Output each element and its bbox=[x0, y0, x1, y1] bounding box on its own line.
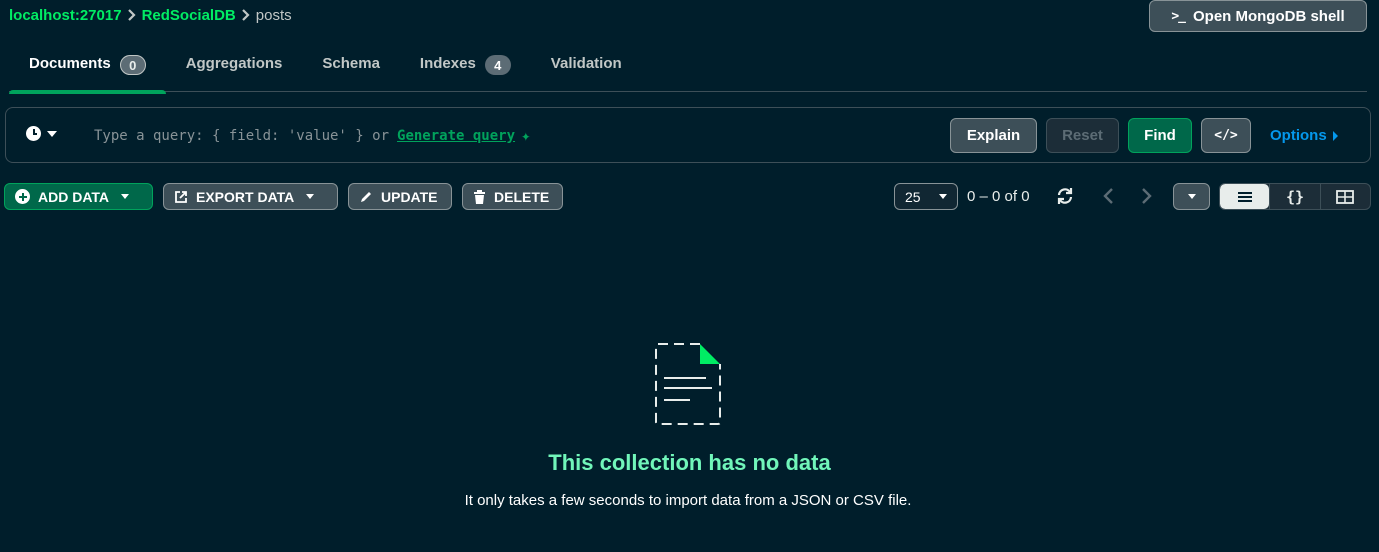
list-icon bbox=[1237, 191, 1252, 202]
breadcrumb-host[interactable]: localhost:27017 bbox=[9, 7, 122, 24]
query-history-button[interactable] bbox=[26, 126, 57, 141]
empty-state-description: It only takes a few seconds to import da… bbox=[464, 492, 912, 509]
documents-count-badge: 0 bbox=[119, 55, 146, 75]
query-input[interactable]: Type a query: { field: 'value' } or Gene… bbox=[94, 126, 531, 145]
code-view-button[interactable]: </> bbox=[1201, 118, 1251, 153]
breadcrumb-database[interactable]: RedSocialDB bbox=[142, 7, 236, 24]
update-label: UPDATE bbox=[381, 188, 438, 205]
tab-documents[interactable]: Documents 0 bbox=[9, 44, 166, 94]
open-shell-label: Open MongoDB shell bbox=[1192, 7, 1345, 25]
refresh-icon[interactable] bbox=[1055, 186, 1075, 206]
tab-validation[interactable]: Validation bbox=[531, 44, 642, 92]
chevron-right-icon bbox=[127, 9, 137, 21]
pencil-icon bbox=[361, 191, 371, 202]
curly-braces-icon: {} bbox=[1285, 187, 1305, 206]
caret-down-icon bbox=[939, 194, 947, 199]
tab-label: Validation bbox=[550, 55, 622, 72]
plus-circle-icon bbox=[15, 189, 30, 204]
next-page-icon[interactable] bbox=[1137, 186, 1155, 206]
clock-icon bbox=[26, 126, 41, 141]
collection-tabs: Documents 0 Aggregations Schema Indexes … bbox=[9, 44, 1367, 94]
generate-query-link[interactable]: Generate query bbox=[397, 128, 515, 144]
tab-indexes[interactable]: Indexes 4 bbox=[400, 44, 531, 92]
sparkle-icon: ✦ bbox=[521, 126, 531, 145]
export-icon bbox=[175, 190, 187, 203]
previous-page-icon[interactable] bbox=[1100, 186, 1118, 206]
delete-button[interactable]: DELETE bbox=[462, 183, 563, 210]
breadcrumb-collection: posts bbox=[255, 6, 292, 24]
tab-label: Schema bbox=[322, 55, 380, 72]
tab-label: Aggregations bbox=[185, 55, 283, 72]
caret-down-icon bbox=[1187, 194, 1196, 199]
reset-button[interactable]: Reset bbox=[1046, 118, 1119, 153]
caret-down-icon bbox=[306, 194, 315, 199]
empty-document-icon bbox=[655, 343, 721, 425]
explain-button[interactable]: Explain bbox=[950, 118, 1037, 153]
page-size-select[interactable]: 25 bbox=[894, 183, 958, 210]
chevron-right-icon bbox=[241, 9, 251, 21]
query-bar: Type a query: { field: 'value' } or Gene… bbox=[5, 107, 1371, 163]
query-placeholder: Type a query: { field: 'value' } or bbox=[94, 127, 390, 144]
delete-label: DELETE bbox=[494, 188, 550, 205]
view-options-dropdown[interactable] bbox=[1173, 183, 1210, 210]
add-data-button[interactable]: ADD DATA bbox=[4, 183, 153, 210]
tab-label: Documents bbox=[29, 55, 111, 72]
json-view-button[interactable]: {} bbox=[1269, 184, 1319, 209]
export-data-label: EXPORT DATA bbox=[196, 188, 295, 205]
caret-down-icon bbox=[121, 194, 130, 199]
empty-state-title: This collection has no data bbox=[548, 450, 831, 475]
open-shell-button[interactable]: >_ Open MongoDB shell bbox=[1149, 0, 1367, 32]
table-view-button[interactable] bbox=[1319, 184, 1370, 209]
caret-down-icon bbox=[47, 130, 57, 137]
view-mode-toggle: {} bbox=[1219, 183, 1371, 210]
tab-schema[interactable]: Schema bbox=[302, 44, 400, 92]
options-toggle[interactable]: Options bbox=[1270, 127, 1338, 144]
update-button[interactable]: UPDATE bbox=[348, 183, 452, 210]
terminal-icon: >_ bbox=[1171, 8, 1186, 24]
page-size-value: 25 bbox=[905, 188, 921, 205]
add-data-label: ADD DATA bbox=[38, 188, 110, 205]
trash-icon bbox=[474, 189, 485, 204]
table-icon bbox=[1336, 189, 1355, 204]
pagination-range: 0 – 0 of 0 bbox=[967, 188, 1030, 205]
export-data-button[interactable]: EXPORT DATA bbox=[163, 183, 338, 210]
options-label: Options bbox=[1270, 127, 1327, 144]
find-button[interactable]: Find bbox=[1128, 118, 1192, 153]
tab-aggregations[interactable]: Aggregations bbox=[166, 44, 303, 92]
tab-label: Indexes bbox=[419, 55, 476, 72]
indexes-count-badge: 4 bbox=[484, 55, 511, 75]
breadcrumb: localhost:27017 RedSocialDB posts bbox=[9, 5, 292, 25]
caret-right-icon bbox=[1332, 130, 1338, 141]
list-view-button[interactable] bbox=[1220, 184, 1270, 209]
